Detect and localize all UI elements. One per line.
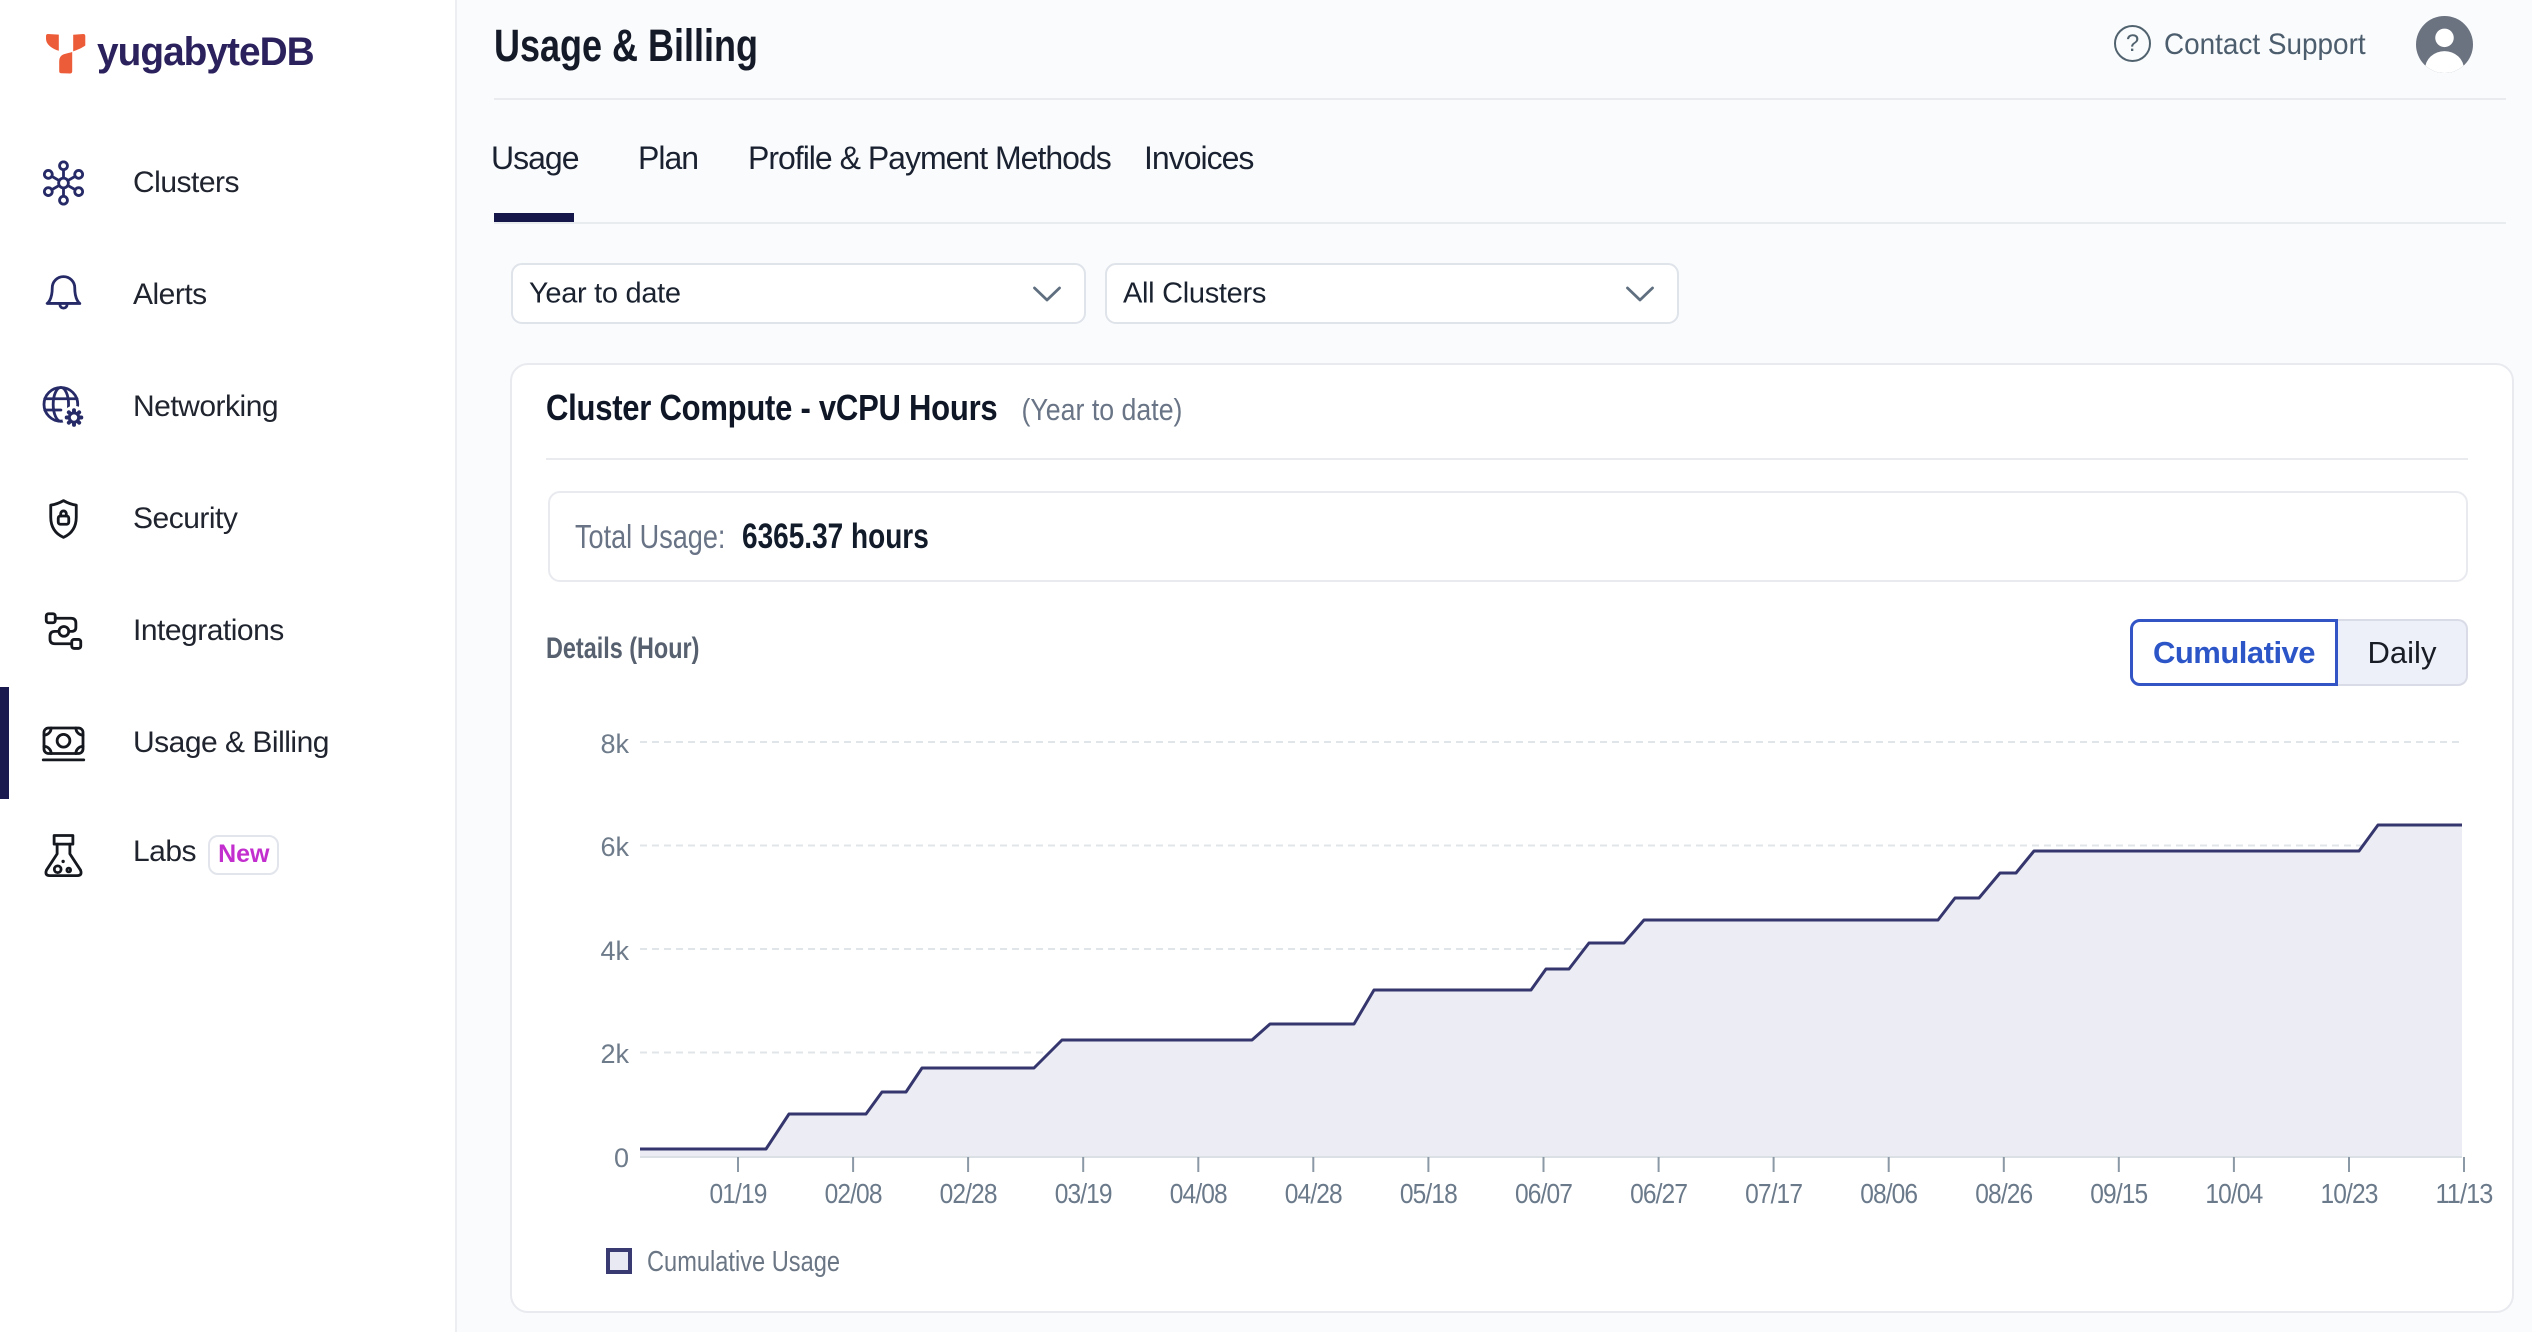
svg-text:10/04: 10/04 <box>2205 1178 2262 1209</box>
svg-text:4k: 4k <box>600 936 629 966</box>
svg-text:08/26: 08/26 <box>1975 1178 2032 1209</box>
svg-text:06/27: 06/27 <box>1630 1178 1687 1209</box>
svg-text:02/28: 02/28 <box>940 1178 997 1209</box>
svg-text:03/19: 03/19 <box>1055 1178 1112 1209</box>
svg-text:04/08: 04/08 <box>1170 1178 1227 1209</box>
svg-text:6k: 6k <box>600 832 629 862</box>
svg-text:04/28: 04/28 <box>1285 1178 1342 1209</box>
svg-text:0: 0 <box>614 1143 629 1173</box>
svg-text:05/18: 05/18 <box>1400 1178 1457 1209</box>
svg-text:2k: 2k <box>600 1039 629 1069</box>
svg-text:02/08: 02/08 <box>825 1178 882 1209</box>
svg-text:06/07: 06/07 <box>1515 1178 1572 1209</box>
svg-text:10/23: 10/23 <box>2321 1178 2378 1209</box>
svg-text:09/15: 09/15 <box>2090 1178 2147 1209</box>
svg-text:11/13: 11/13 <box>2436 1178 2493 1209</box>
svg-text:08/06: 08/06 <box>1860 1178 1917 1209</box>
svg-text:07/17: 07/17 <box>1745 1178 1802 1209</box>
svg-text:8k: 8k <box>600 729 629 759</box>
svg-text:01/19: 01/19 <box>710 1178 767 1209</box>
svg-text:Cumulative Usage: Cumulative Usage <box>647 1246 840 1278</box>
